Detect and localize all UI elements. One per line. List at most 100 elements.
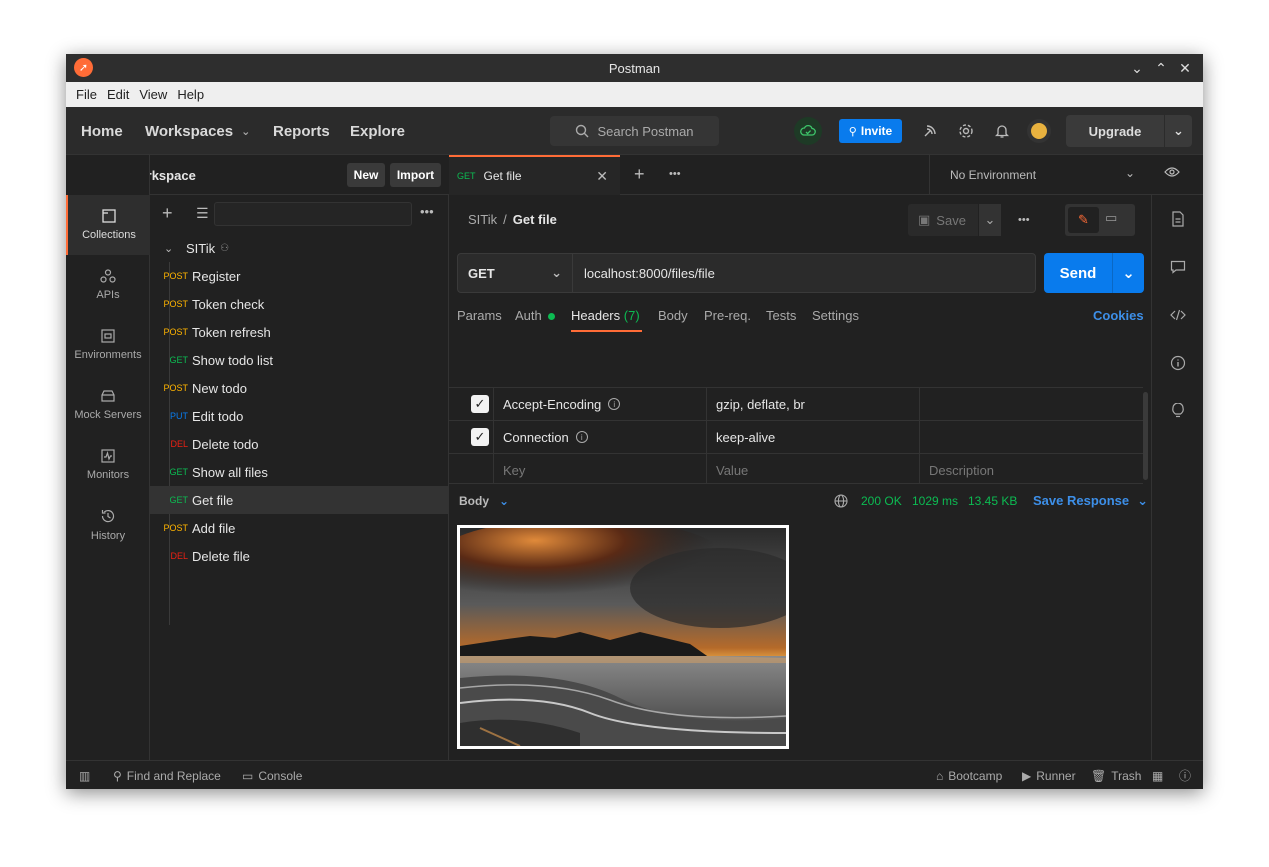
checkbox[interactable]: ✓ xyxy=(471,428,489,446)
sidebar-item-history[interactable]: History xyxy=(66,495,150,555)
globe-icon[interactable] xyxy=(834,494,848,511)
search-bar[interactable]: Search Postman xyxy=(550,116,719,146)
key-placeholder[interactable]: Key xyxy=(503,454,525,486)
tab-params[interactable]: Params xyxy=(457,308,502,332)
minimize-icon[interactable]: ⌄ xyxy=(1128,58,1146,78)
scrollbar[interactable] xyxy=(1143,392,1148,480)
url-input[interactable]: localhost:8000/files/file xyxy=(573,266,715,281)
chevron-down-icon[interactable]: ⌄ xyxy=(978,204,1001,236)
invite-button[interactable]: ⚲ Invite xyxy=(839,119,902,143)
lightbulb-icon[interactable] xyxy=(1166,399,1190,423)
toggle-sidebar-icon[interactable]: ▥ xyxy=(79,761,90,789)
info-icon[interactable] xyxy=(1166,351,1190,375)
eye-icon[interactable] xyxy=(1164,166,1180,181)
filter-icon[interactable]: ☰ xyxy=(196,205,209,222)
more-icon[interactable]: ••• xyxy=(420,204,434,219)
nav-explore[interactable]: Explore xyxy=(350,107,405,155)
edit-icon[interactable]: ✎ xyxy=(1068,207,1099,233)
add-icon[interactable]: + xyxy=(162,203,173,224)
chevron-down-icon[interactable]: ⌄ xyxy=(1164,115,1192,147)
response-size[interactable]: 13.45 KB xyxy=(968,494,1017,508)
list-item[interactable]: DEL Delete todo xyxy=(150,430,448,458)
save-response-button[interactable]: Save Response ⌄ xyxy=(1033,493,1148,509)
satellite-icon[interactable] xyxy=(918,119,942,143)
value-placeholder[interactable]: Value xyxy=(716,454,748,486)
menu-view[interactable]: View xyxy=(139,87,167,102)
sidebar-item-monitors[interactable]: Monitors xyxy=(66,435,150,495)
list-item[interactable]: POST Token check xyxy=(150,290,448,318)
list-item[interactable]: GET Show all files xyxy=(150,458,448,486)
comment-icon[interactable]: ▭ xyxy=(1105,210,1117,226)
description-placeholder[interactable]: Description xyxy=(929,454,994,486)
response-body-select[interactable]: Body ⌄ xyxy=(459,494,509,508)
menu-help[interactable]: Help xyxy=(177,87,204,102)
nav-home[interactable]: Home xyxy=(81,107,123,155)
menu-file[interactable]: File xyxy=(76,87,97,102)
trash-button[interactable]: 🗑 Trash xyxy=(1091,761,1141,789)
list-item[interactable]: DEL Delete file xyxy=(150,542,448,570)
more-icon[interactable]: ••• xyxy=(669,168,681,180)
tab-headers[interactable]: Headers (7) xyxy=(571,308,642,332)
tab-prereq[interactable]: Pre-req. xyxy=(704,308,751,332)
console-button[interactable]: ▭ Console xyxy=(242,761,302,789)
tab-body[interactable]: Body xyxy=(658,308,688,332)
checkbox[interactable]: ✓ xyxy=(471,395,489,413)
code-icon[interactable] xyxy=(1166,303,1190,327)
sidebar-item-collections[interactable]: Collections xyxy=(66,195,150,255)
header-key-cell[interactable]: Accept-Encoding i xyxy=(503,388,621,420)
more-icon[interactable]: ••• xyxy=(1018,214,1030,226)
list-item[interactable]: PUT Edit todo xyxy=(150,402,448,430)
chevron-down-icon[interactable]: ⌄ xyxy=(1112,253,1144,293)
upgrade-button[interactable]: Upgrade ⌄ xyxy=(1066,115,1192,147)
list-item-selected[interactable]: GET Get file xyxy=(150,486,448,514)
environment-select[interactable]: No Environment ⌄ xyxy=(929,155,1149,195)
method-select[interactable]: GET ⌄ xyxy=(458,254,573,292)
list-item[interactable]: GET Show todo list xyxy=(150,346,448,374)
send-button[interactable]: Send ⌄ xyxy=(1044,253,1144,293)
new-tab-icon[interactable]: + xyxy=(634,164,645,185)
environments-icon xyxy=(101,329,115,343)
table-row: ✓ Connection i keep-alive xyxy=(449,421,1143,454)
maximize-icon[interactable]: ⌃ xyxy=(1152,58,1170,78)
bell-icon[interactable] xyxy=(990,119,1014,143)
breadcrumb-collection[interactable]: SITik xyxy=(468,212,497,227)
response-time[interactable]: 1029 ms xyxy=(912,494,958,508)
header-value-cell[interactable]: gzip, deflate, br xyxy=(716,388,805,420)
documentation-icon[interactable] xyxy=(1166,207,1190,231)
tab-auth[interactable]: Auth xyxy=(515,308,556,332)
layout-icon[interactable]: ▦ xyxy=(1152,761,1163,789)
close-icon[interactable]: ✕ xyxy=(596,168,608,185)
list-item[interactable]: POST Add file xyxy=(150,514,448,542)
runner-button[interactable]: ▶ Runner xyxy=(1022,761,1076,789)
header-key-cell[interactable]: Connection i xyxy=(503,421,588,453)
list-item[interactable]: POST New todo xyxy=(150,374,448,402)
import-button[interactable]: Import xyxy=(390,163,441,187)
menu-edit[interactable]: Edit xyxy=(107,87,129,102)
cookies-link[interactable]: Cookies xyxy=(1093,308,1144,323)
new-button[interactable]: New xyxy=(347,163,385,187)
sidebar-item-environments[interactable]: Environments xyxy=(66,315,150,375)
list-item[interactable]: POST Register xyxy=(150,262,448,290)
bootcamp-button[interactable]: ⌂ Bootcamp xyxy=(936,761,1002,789)
help-icon[interactable]: ⓘ xyxy=(1179,761,1191,789)
collection-root[interactable]: ⌄ SITik ⚇ xyxy=(150,234,448,262)
status-code[interactable]: 200 OK xyxy=(861,494,902,508)
comments-icon[interactable] xyxy=(1166,255,1190,279)
sync-icon[interactable] xyxy=(794,117,822,145)
sidebar-item-apis[interactable]: APIs xyxy=(66,255,150,315)
list-item[interactable]: POST Token refresh xyxy=(150,318,448,346)
avatar[interactable] xyxy=(1027,119,1051,143)
tab-get-file[interactable]: GET Get file ✕ xyxy=(449,155,620,195)
find-replace-button[interactable]: ⚲ Find and Replace xyxy=(113,761,221,789)
sidebar-item-mock-servers[interactable]: Mock Servers xyxy=(66,375,150,435)
close-window-icon[interactable]: ✕ xyxy=(1176,58,1194,78)
nav-reports[interactable]: Reports xyxy=(273,107,330,155)
settings-icon[interactable] xyxy=(954,119,978,143)
filter-input[interactable] xyxy=(214,202,412,226)
tab-settings[interactable]: Settings xyxy=(812,308,859,332)
collections-icon xyxy=(102,209,116,223)
header-value-cell[interactable]: keep-alive xyxy=(716,421,775,453)
tab-tests[interactable]: Tests xyxy=(766,308,796,332)
save-button[interactable]: ▣ Save ⌄ xyxy=(908,204,1001,236)
nav-workspaces[interactable]: Workspaces ⌄ xyxy=(145,107,250,155)
